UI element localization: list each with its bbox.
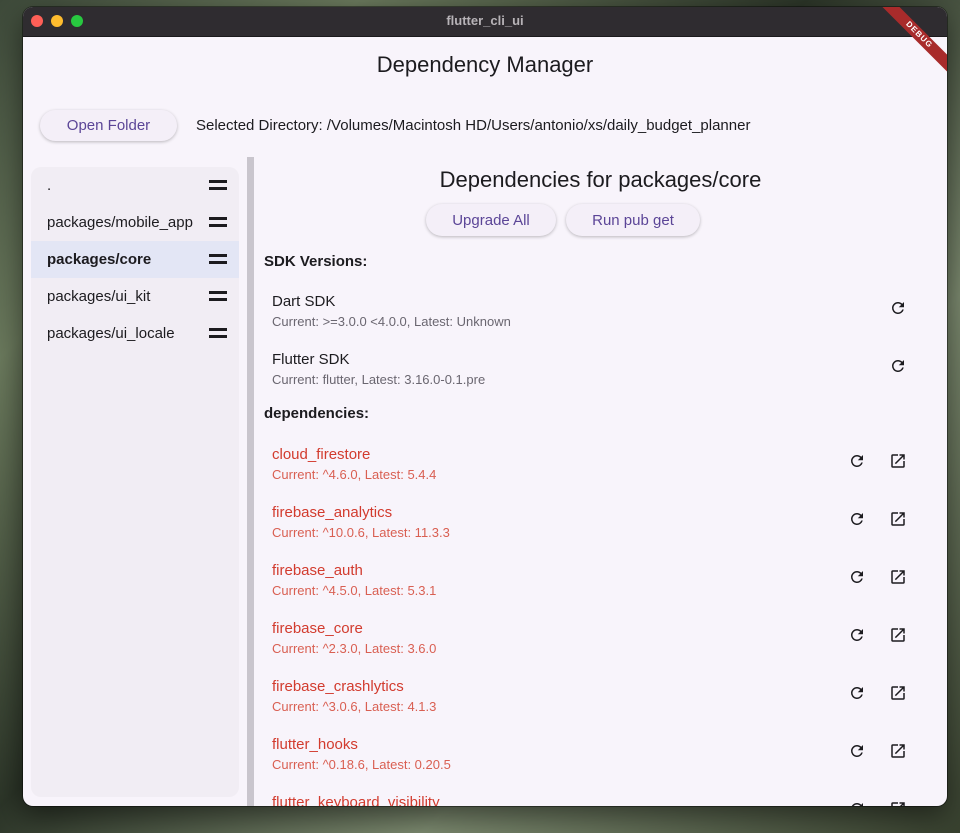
dependency-detail: Current: ^2.3.0, Latest: 3.6.0 (272, 641, 437, 656)
dependency-detail: Current: ^4.6.0, Latest: 5.4.4 (272, 467, 437, 482)
dependency-name: firebase_auth (272, 562, 363, 579)
dependency-row: firebase_core Current: ^2.3.0, Latest: 3… (272, 620, 932, 672)
window-title: flutter_cli_ui (446, 13, 524, 28)
run-pub-get-button[interactable]: Run pub get (566, 204, 700, 236)
sdk-versions-heading: SDK Versions: (264, 253, 368, 270)
sidebar-item-label: . (47, 177, 52, 194)
sidebar-item-label: packages/ui_locale (47, 325, 175, 342)
title-bar: flutter_cli_ui (23, 7, 947, 37)
refresh-icon[interactable] (889, 299, 907, 317)
app-window: flutter_cli_ui DEBUG Dependency Manager … (23, 7, 947, 806)
dependency-detail: Current: ^3.0.6, Latest: 4.1.3 (272, 699, 437, 714)
sidebar-item-label: packages/mobile_app (47, 214, 193, 231)
sdk-detail: Current: flutter, Latest: 3.16.0-0.1.pre (272, 372, 486, 387)
drag-handle-icon[interactable] (209, 328, 227, 338)
refresh-icon[interactable] (848, 800, 866, 806)
dependency-row: cloud_firestore Current: ^4.6.0, Latest:… (272, 446, 932, 498)
dependencies-heading: dependencies: (264, 405, 370, 422)
dependency-name: firebase_crashlytics (272, 678, 404, 695)
sidebar-item-core[interactable]: packages/core (31, 241, 239, 278)
dependency-detail: Current: ^4.5.0, Latest: 5.3.1 (272, 583, 437, 598)
refresh-icon[interactable] (848, 742, 866, 760)
dependency-name: firebase_core (272, 620, 363, 637)
dependency-name: flutter_keyboard_visibility (272, 794, 440, 806)
refresh-icon[interactable] (889, 357, 907, 375)
dependency-name: cloud_firestore (272, 446, 371, 463)
sdk-row-dart: Dart SDK Current: >=3.0.0 <4.0.0, Latest… (272, 293, 932, 345)
selected-directory-label: Selected Directory: /Volumes/Macintosh H… (196, 117, 751, 134)
dependency-row: firebase_auth Current: ^4.5.0, Latest: 5… (272, 562, 932, 614)
dependency-row: flutter_hooks Current: ^0.18.6, Latest: … (272, 736, 932, 788)
open-folder-button[interactable]: Open Folder (40, 110, 177, 141)
drag-handle-icon[interactable] (209, 291, 227, 301)
open-in-new-icon[interactable] (889, 510, 907, 528)
sidebar-item-ui-locale[interactable]: packages/ui_locale (31, 315, 239, 352)
open-in-new-icon[interactable] (889, 800, 907, 806)
refresh-icon[interactable] (848, 684, 866, 702)
dependency-detail: Current: ^10.0.6, Latest: 11.3.3 (272, 525, 450, 540)
sdk-row-flutter: Flutter SDK Current: flutter, Latest: 3.… (272, 351, 932, 403)
drag-handle-icon[interactable] (209, 217, 227, 227)
drag-handle-icon[interactable] (209, 254, 227, 264)
upgrade-all-button[interactable]: Upgrade All (426, 204, 556, 236)
dependency-name: flutter_hooks (272, 736, 358, 753)
open-in-new-icon[interactable] (889, 452, 907, 470)
refresh-icon[interactable] (848, 568, 866, 586)
page-title: Dependency Manager (376, 52, 594, 77)
sidebar-item-ui-kit[interactable]: packages/ui_kit (31, 278, 239, 315)
sdk-name: Dart SDK (272, 293, 336, 310)
open-in-new-icon[interactable] (889, 626, 907, 644)
package-sidebar: . packages/mobile_app packages/core pack… (31, 167, 239, 797)
open-in-new-icon[interactable] (889, 684, 907, 702)
sidebar-item-label: packages/ui_kit (47, 288, 151, 305)
dependency-row: firebase_crashlytics Current: ^3.0.6, La… (272, 678, 932, 730)
sdk-detail: Current: >=3.0.0 <4.0.0, Latest: Unknown (272, 314, 511, 329)
refresh-icon[interactable] (848, 452, 866, 470)
panel-divider[interactable] (247, 157, 254, 806)
dependency-row: firebase_analytics Current: ^10.0.6, Lat… (272, 504, 932, 556)
drag-handle-icon[interactable] (209, 180, 227, 190)
dependency-row: flutter_keyboard_visibility (272, 794, 932, 806)
sidebar-item-label: packages/core (47, 251, 152, 268)
refresh-icon[interactable] (848, 626, 866, 644)
dependency-name: firebase_analytics (272, 504, 393, 521)
dependency-detail: Current: ^0.18.6, Latest: 0.20.5 (272, 757, 451, 772)
sdk-name: Flutter SDK (272, 351, 350, 368)
refresh-icon[interactable] (848, 510, 866, 528)
open-in-new-icon[interactable] (889, 742, 907, 760)
sidebar-item-root[interactable]: . (31, 167, 239, 204)
open-in-new-icon[interactable] (889, 568, 907, 586)
dependencies-panel: Dependencies for packages/core Upgrade A… (254, 157, 947, 806)
panel-title: Dependencies for packages/core (439, 167, 762, 192)
sidebar-item-mobile-app[interactable]: packages/mobile_app (31, 204, 239, 241)
